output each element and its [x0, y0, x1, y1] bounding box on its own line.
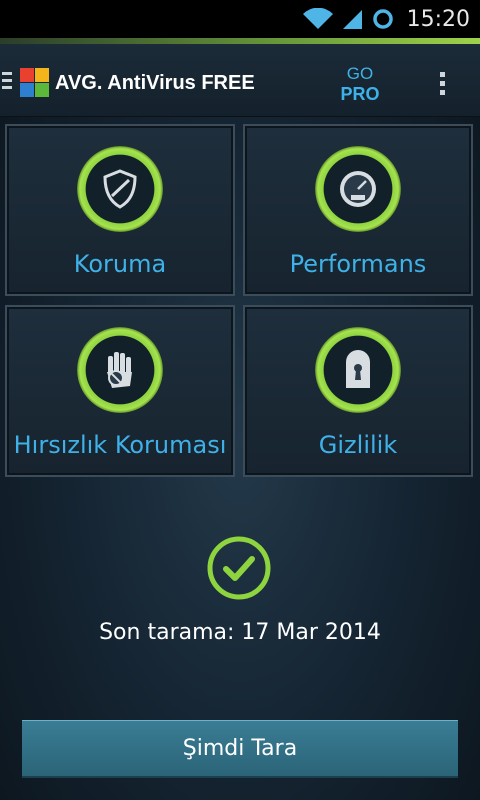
- last-scan-text: Son tarama: 17 Mar 2014: [99, 620, 381, 645]
- ring-badge: [315, 327, 401, 413]
- brand-avg: AVG.: [55, 72, 103, 94]
- tile-label: Gizlilik: [318, 431, 398, 459]
- tile-hirsizlik[interactable]: Hırsızlık Koruması: [5, 305, 235, 477]
- go-pro-button[interactable]: GO PRO: [330, 64, 390, 104]
- tile-performans[interactable]: Performans: [243, 124, 473, 296]
- pro-label: PRO: [340, 84, 380, 104]
- wifi-icon: [302, 8, 333, 29]
- avg-logo-icon[interactable]: [18, 66, 52, 100]
- brand-product: AntiVirus FREE: [107, 72, 255, 94]
- ring-badge: [77, 327, 163, 413]
- shield-icon: [103, 169, 137, 209]
- status-time: 15:20: [406, 6, 470, 32]
- go-label: GO: [346, 64, 374, 83]
- hand-stop-icon: [107, 352, 132, 388]
- drawer-menu-icon[interactable]: [2, 72, 14, 93]
- check-circle-icon: [207, 536, 271, 600]
- keyhole-lock-icon: [346, 350, 370, 388]
- tile-label: Hırsızlık Koruması: [13, 431, 227, 459]
- status-bar: 15:20: [0, 0, 480, 38]
- sync-icon: [372, 9, 393, 29]
- tile-koruma[interactable]: Koruma: [5, 124, 235, 296]
- overflow-menu-icon[interactable]: [440, 72, 448, 99]
- scan-now-button[interactable]: Şimdi Tara: [22, 720, 458, 778]
- tile-label: Koruma: [73, 250, 167, 278]
- action-bar: AVG. AntiVirus FREE GO PRO: [0, 44, 480, 117]
- tile-label: Performans: [289, 250, 427, 278]
- app-title: AVG. AntiVirus FREE: [55, 72, 255, 95]
- tile-gizlilik[interactable]: Gizlilik: [243, 305, 473, 477]
- ring-badge: [315, 146, 401, 232]
- signal-icon: [342, 10, 362, 29]
- speedometer-icon: [340, 171, 376, 207]
- ring-badge: [77, 146, 163, 232]
